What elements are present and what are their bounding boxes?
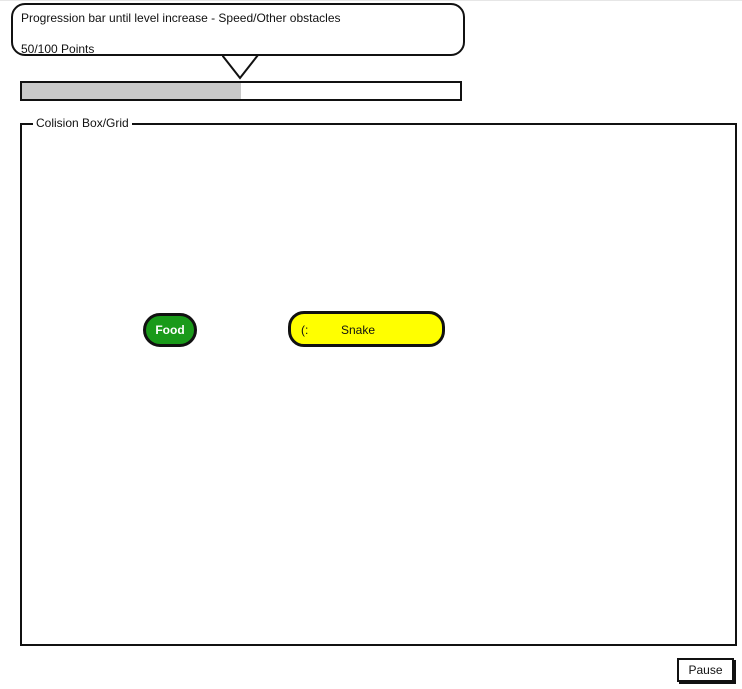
food-label: Food [155, 323, 185, 337]
level-progress-fill [22, 83, 241, 99]
snake-label: Snake [341, 323, 376, 337]
pause-button-label: Pause [688, 663, 723, 677]
collision-grid-label: Colision Box/Grid [33, 116, 132, 130]
collision-grid: Colision Box/Grid Food (: Snake [20, 116, 737, 646]
snake-face: (: [301, 323, 309, 337]
tooltip-tail [222, 56, 259, 80]
points-counter: 50/100 Points [21, 42, 95, 56]
food-item: Food [143, 313, 197, 347]
snake-body: (: Snake [288, 311, 445, 347]
pause-button[interactable]: Pause [677, 658, 734, 682]
level-progress-bar [20, 81, 462, 101]
tooltip-description: Progression bar until level increase - S… [21, 11, 341, 25]
top-divider [0, 0, 742, 1]
progress-tooltip: Progression bar until level increase - S… [11, 3, 465, 56]
